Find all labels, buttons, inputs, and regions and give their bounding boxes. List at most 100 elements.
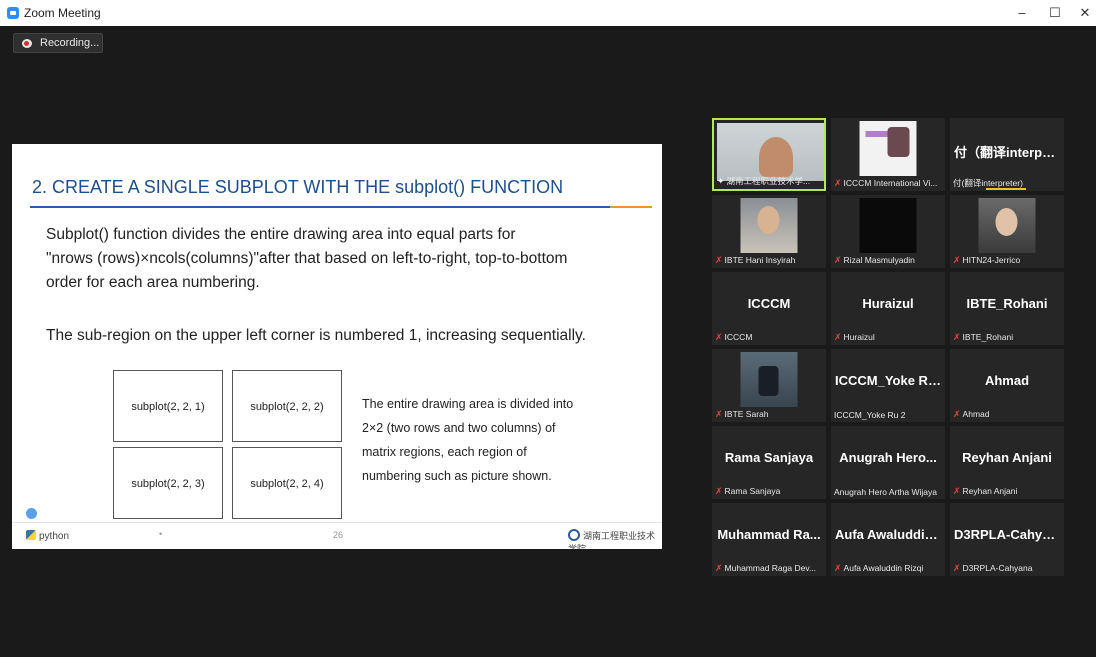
participant-tile[interactable]: Huraizul ✗ Huraizul <box>831 272 945 345</box>
participant-name-tag: ✦ 湖南工程职业技术学... <box>717 175 821 187</box>
participant-display-name: Reyhan Anjani <box>962 450 1052 465</box>
python-icon <box>26 530 36 540</box>
close-button[interactable]: ✕ <box>1070 3 1096 23</box>
slide-paragraph-line: "nrows (rows)×ncols(columns)"after that … <box>46 250 568 267</box>
participant-name-tag: ✗ IBTE_Rohani <box>953 332 1061 343</box>
participant-display-name: D3RPLA-Cahyana <box>954 527 1064 542</box>
subplot-box: subplot(2, 2, 3) <box>113 447 223 519</box>
participant-tile[interactable]: Reyhan Anjani ✗ Reyhan Anjani <box>950 426 1064 499</box>
maximize-button[interactable]: ☐ <box>1040 3 1070 23</box>
participant-video <box>859 198 917 253</box>
subplot-box: subplot(2, 2, 4) <box>232 447 342 519</box>
window-title: Zoom Meeting <box>24 6 101 20</box>
spotlight-icon: ✦ <box>717 176 725 186</box>
recording-indicator[interactable]: Recording... <box>13 33 103 53</box>
participant-name-tag: ✗ Rizal Masmulyadin <box>834 255 942 266</box>
description-line: The entire drawing area is divided into <box>362 397 574 411</box>
participant-tile[interactable]: Anugrah Hero... Anugrah Hero Artha Wijaya <box>831 426 945 499</box>
description-line: numbering such as picture shown. <box>362 469 552 483</box>
participant-name-tag: ✗ Reyhan Anjani <box>953 486 1061 497</box>
participant-name-tag: ✗ D3RPLA-Cahyana <box>953 563 1061 574</box>
participant-name: 湖南工程职业技术学... <box>726 176 811 186</box>
participant-tile[interactable]: ✦ 湖南工程职业技术学... <box>712 118 826 191</box>
participant-name: ICCCM <box>724 332 753 342</box>
muted-mic-icon: ✗ <box>953 255 961 265</box>
participant-tile[interactable]: IBTE_Rohani ✗ IBTE_Rohani <box>950 272 1064 345</box>
participant-tile[interactable]: ICCCM_Yoke Ru 2 ICCCM_Yoke Ru 2 <box>831 349 945 422</box>
participant-name: Rama Sanjaya <box>724 486 781 496</box>
slide-paragraph-line: Subplot() function divides the entire dr… <box>46 226 516 243</box>
participant-video <box>717 123 824 181</box>
participant-name: Aufa Awaluddin Rizqi <box>843 563 924 573</box>
participant-name-tag: ICCCM_Yoke Ru 2 <box>834 410 942 420</box>
participant-video <box>978 198 1036 253</box>
participant-name-tag: ✗ HITN24-Jerrico <box>953 255 1061 266</box>
participant-name: 付(翻译interpreter) <box>953 178 1023 188</box>
minimize-button[interactable]: – <box>1007 3 1037 23</box>
participant-name: IBTE Hani Insyirah <box>724 255 796 265</box>
record-icon <box>22 39 32 48</box>
college-label: 湖南工程职业技术学院 <box>568 531 656 549</box>
slide-title: 2. CREATE A SINGLE SUBPLOT WITH THE subp… <box>32 177 564 197</box>
participant-tile[interactable]: ✗ ICCCM International Vi... <box>831 118 945 191</box>
participant-name: ICCCM International Vi... <box>843 178 938 188</box>
muted-mic-icon: ✗ <box>715 409 723 419</box>
participant-tile[interactable]: Muhammad Ra... ✗ Muhammad Raga Dev... <box>712 503 826 576</box>
speaking-indicator <box>986 188 1026 190</box>
participant-tile[interactable]: ✗ IBTE Hani Insyirah <box>712 195 826 268</box>
participant-tile[interactable]: Rama Sanjaya ✗ Rama Sanjaya <box>712 426 826 499</box>
participant-name: IBTE Sarah <box>724 409 769 419</box>
title-rule <box>30 206 610 208</box>
participant-tile[interactable]: ICCCM ✗ ICCCM <box>712 272 826 345</box>
participant-name: Huraizul <box>843 332 875 342</box>
participant-display-name: Anugrah Hero... <box>839 450 937 465</box>
python-logo: python <box>26 530 69 542</box>
muted-mic-icon: ✗ <box>953 486 961 496</box>
participant-name-tag: ✗ IBTE Sarah <box>715 409 823 420</box>
subplot-box: subplot(2, 2, 2) <box>232 370 342 442</box>
slide-page-number: 26 <box>333 530 344 540</box>
participant-tile[interactable]: Aufa Awaluddin... ✗ Aufa Awaluddin Rizqi <box>831 503 945 576</box>
participant-display-name: Muhammad Ra... <box>717 527 821 542</box>
muted-mic-icon: ✗ <box>834 255 842 265</box>
participant-name: HITN24-Jerrico <box>962 255 1021 265</box>
participant-name-tag: ✗ Muhammad Raga Dev... <box>715 563 823 574</box>
participant-tile[interactable]: ✗ Rizal Masmulyadin <box>831 195 945 268</box>
participant-name: Reyhan Anjani <box>962 486 1018 496</box>
participant-tile[interactable]: 付（翻译interpre... 付(翻译interpreter) <box>950 118 1064 191</box>
title-rule-accent <box>610 206 652 208</box>
participant-display-name: Aufa Awaluddin... <box>835 527 944 542</box>
muted-mic-icon: ✗ <box>953 332 961 342</box>
participant-name: ICCCM_Yoke Ru 2 <box>834 410 906 420</box>
participant-display-name: Ahmad <box>984 373 1030 388</box>
muted-mic-icon: ✗ <box>953 563 961 573</box>
title-bar: Zoom Meeting – ☐ ✕ <box>0 0 1096 26</box>
participant-name: Anugrah Hero Artha Wijaya <box>834 487 937 497</box>
muted-mic-icon: ✗ <box>953 409 961 419</box>
participant-tile[interactable]: ✗ HITN24-Jerrico <box>950 195 1064 268</box>
description-line: 2×2 (two rows and two columns) of <box>362 421 556 435</box>
participant-display-name: Huraizul <box>862 296 914 311</box>
participant-name-tag: ✗ Aufa Awaluddin Rizqi <box>834 563 942 574</box>
participant-video <box>859 121 917 176</box>
participant-display-name: ICCCM_Yoke Ru 2 <box>835 373 945 388</box>
participant-name: IBTE_Rohani <box>962 332 1014 342</box>
recording-label: Recording... <box>40 37 100 49</box>
python-label: python <box>39 531 70 542</box>
slide-paragraph-line: order for each area numbering. <box>46 274 260 291</box>
participant-tile[interactable]: ✗ IBTE Sarah <box>712 349 826 422</box>
participant-tile[interactable]: Ahmad ✗ Ahmad <box>950 349 1064 422</box>
participant-display-name: ICCCM <box>747 296 791 311</box>
participant-name-tag: ✗ IBTE Hani Insyirah <box>715 255 823 266</box>
slide-dot: • <box>159 529 163 539</box>
shared-screen-slide: 2. CREATE A SINGLE SUBPLOT WITH THE subp… <box>12 144 662 549</box>
muted-mic-icon: ✗ <box>834 178 842 188</box>
slide-description: The entire drawing area is divided into … <box>362 392 632 488</box>
participant-video <box>740 198 798 253</box>
participant-name-tag: ✗ ICCCM <box>715 332 823 343</box>
participant-name: Muhammad Raga Dev... <box>724 563 817 573</box>
slide-paragraph: The sub-region on the upper left corner … <box>46 327 586 344</box>
participant-video <box>740 352 798 407</box>
participant-tile[interactable]: D3RPLA-Cahyana ✗ D3RPLA-Cahyana <box>950 503 1064 576</box>
muted-mic-icon: ✗ <box>834 332 842 342</box>
